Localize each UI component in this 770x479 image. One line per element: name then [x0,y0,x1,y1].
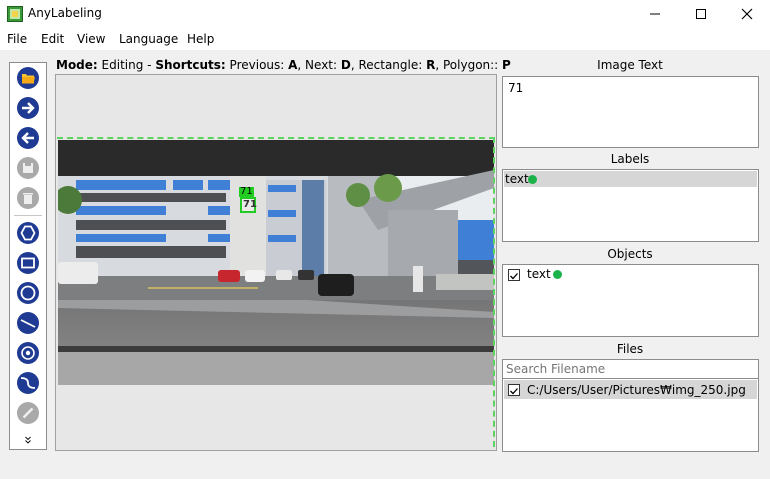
circle-icon [17,282,39,304]
edit-mode-button[interactable] [16,401,40,425]
minimize-button[interactable] [632,0,678,28]
files-list: C:/Users/User/Pictures₩img_250.jpg [502,378,759,452]
create-linestrip-button[interactable] [16,371,40,395]
rectangle-icon [17,252,39,274]
maximize-icon [696,9,706,19]
previous-image-button[interactable] [16,126,40,150]
open-folder-icon [17,67,39,89]
polygon-icon [17,222,39,244]
tools-toolbar [9,62,47,450]
menu-language[interactable]: Language [119,32,178,46]
labels-title: Labels [610,152,650,166]
labels-list: text [502,169,759,242]
window-title: AnyLabeling [28,6,102,20]
label-item-name: text [505,172,529,186]
delete-button[interactable] [16,186,40,210]
previous-image-icon [17,127,39,149]
image-boundary-dashes [57,137,495,447]
create-rectangle-button[interactable] [16,251,40,275]
create-line-button[interactable] [16,311,40,335]
open-folder-button[interactable] [16,66,40,90]
checkmark-icon [510,388,518,395]
files-title: Files [616,342,644,356]
search-filename-input[interactable] [502,359,759,379]
shortcut-polygon: , Polygon:: [435,58,503,72]
maximize-button[interactable] [678,0,724,28]
create-circle-button[interactable] [16,281,40,305]
shortcut-rectangle: , Rectangle: [350,58,427,72]
linestrip-icon [17,372,39,394]
next-image-button[interactable] [16,96,40,120]
minimize-icon [650,13,660,15]
create-polygon-button[interactable] [16,221,40,245]
toolbar-expand-button[interactable] [16,433,40,447]
objects-title: Objects [607,247,653,261]
create-point-button[interactable] [16,341,40,365]
delete-icon [17,187,39,209]
toolbar-separator [14,215,42,216]
object-item-name: text [527,267,551,281]
title-bar: AnyLabeling [0,0,770,28]
label-color-dot [528,175,537,184]
mode-label: Mode: [56,58,98,72]
label-item[interactable]: text [504,171,757,187]
menu-help[interactable]: Help [187,32,214,46]
menu-bar: File Edit View Language Help [0,28,770,50]
save-icon [17,157,39,179]
file-item[interactable]: C:/Users/User/Pictures₩img_250.jpg [504,380,757,399]
close-icon [741,8,753,20]
menu-file[interactable]: File [7,32,27,46]
checkmark-icon [510,273,518,280]
image-text-field[interactable]: 71 [502,76,759,148]
menu-edit[interactable]: Edit [41,32,64,46]
object-color-dot [553,270,562,279]
point-icon [17,342,39,364]
shortcut-next: , Next: [297,58,341,72]
save-button[interactable] [16,156,40,180]
mode-shortcuts-bar: Mode: Editing - Shortcuts: Previous: A, … [56,58,511,72]
close-button[interactable] [724,0,770,28]
shortcut-key-next: D [340,58,351,72]
shortcut-key-rectangle: R [426,58,436,72]
file-path: C:/Users/User/Pictures₩img_250.jpg [527,383,746,397]
image-text-title: Image Text [597,58,663,72]
app-logo-icon [7,6,23,22]
expand-more-icon [25,436,31,444]
next-image-icon [17,97,39,119]
line-icon [17,312,39,334]
image-text-value: 71 [508,81,524,95]
mode-separator: - [143,58,156,72]
menu-view[interactable]: View [77,32,105,46]
edit-pencil-icon [17,402,39,424]
objects-list: text [502,264,759,337]
object-item[interactable]: text [504,266,757,284]
file-checkbox[interactable] [508,384,520,396]
object-checkbox[interactable] [508,269,520,281]
shortcut-previous: Previous: [225,58,289,72]
mode-value: Editing [101,58,144,72]
status-bar [0,456,770,479]
image-canvas[interactable]: 71 71 [55,74,497,451]
shortcuts-label: Shortcuts: [155,58,226,72]
